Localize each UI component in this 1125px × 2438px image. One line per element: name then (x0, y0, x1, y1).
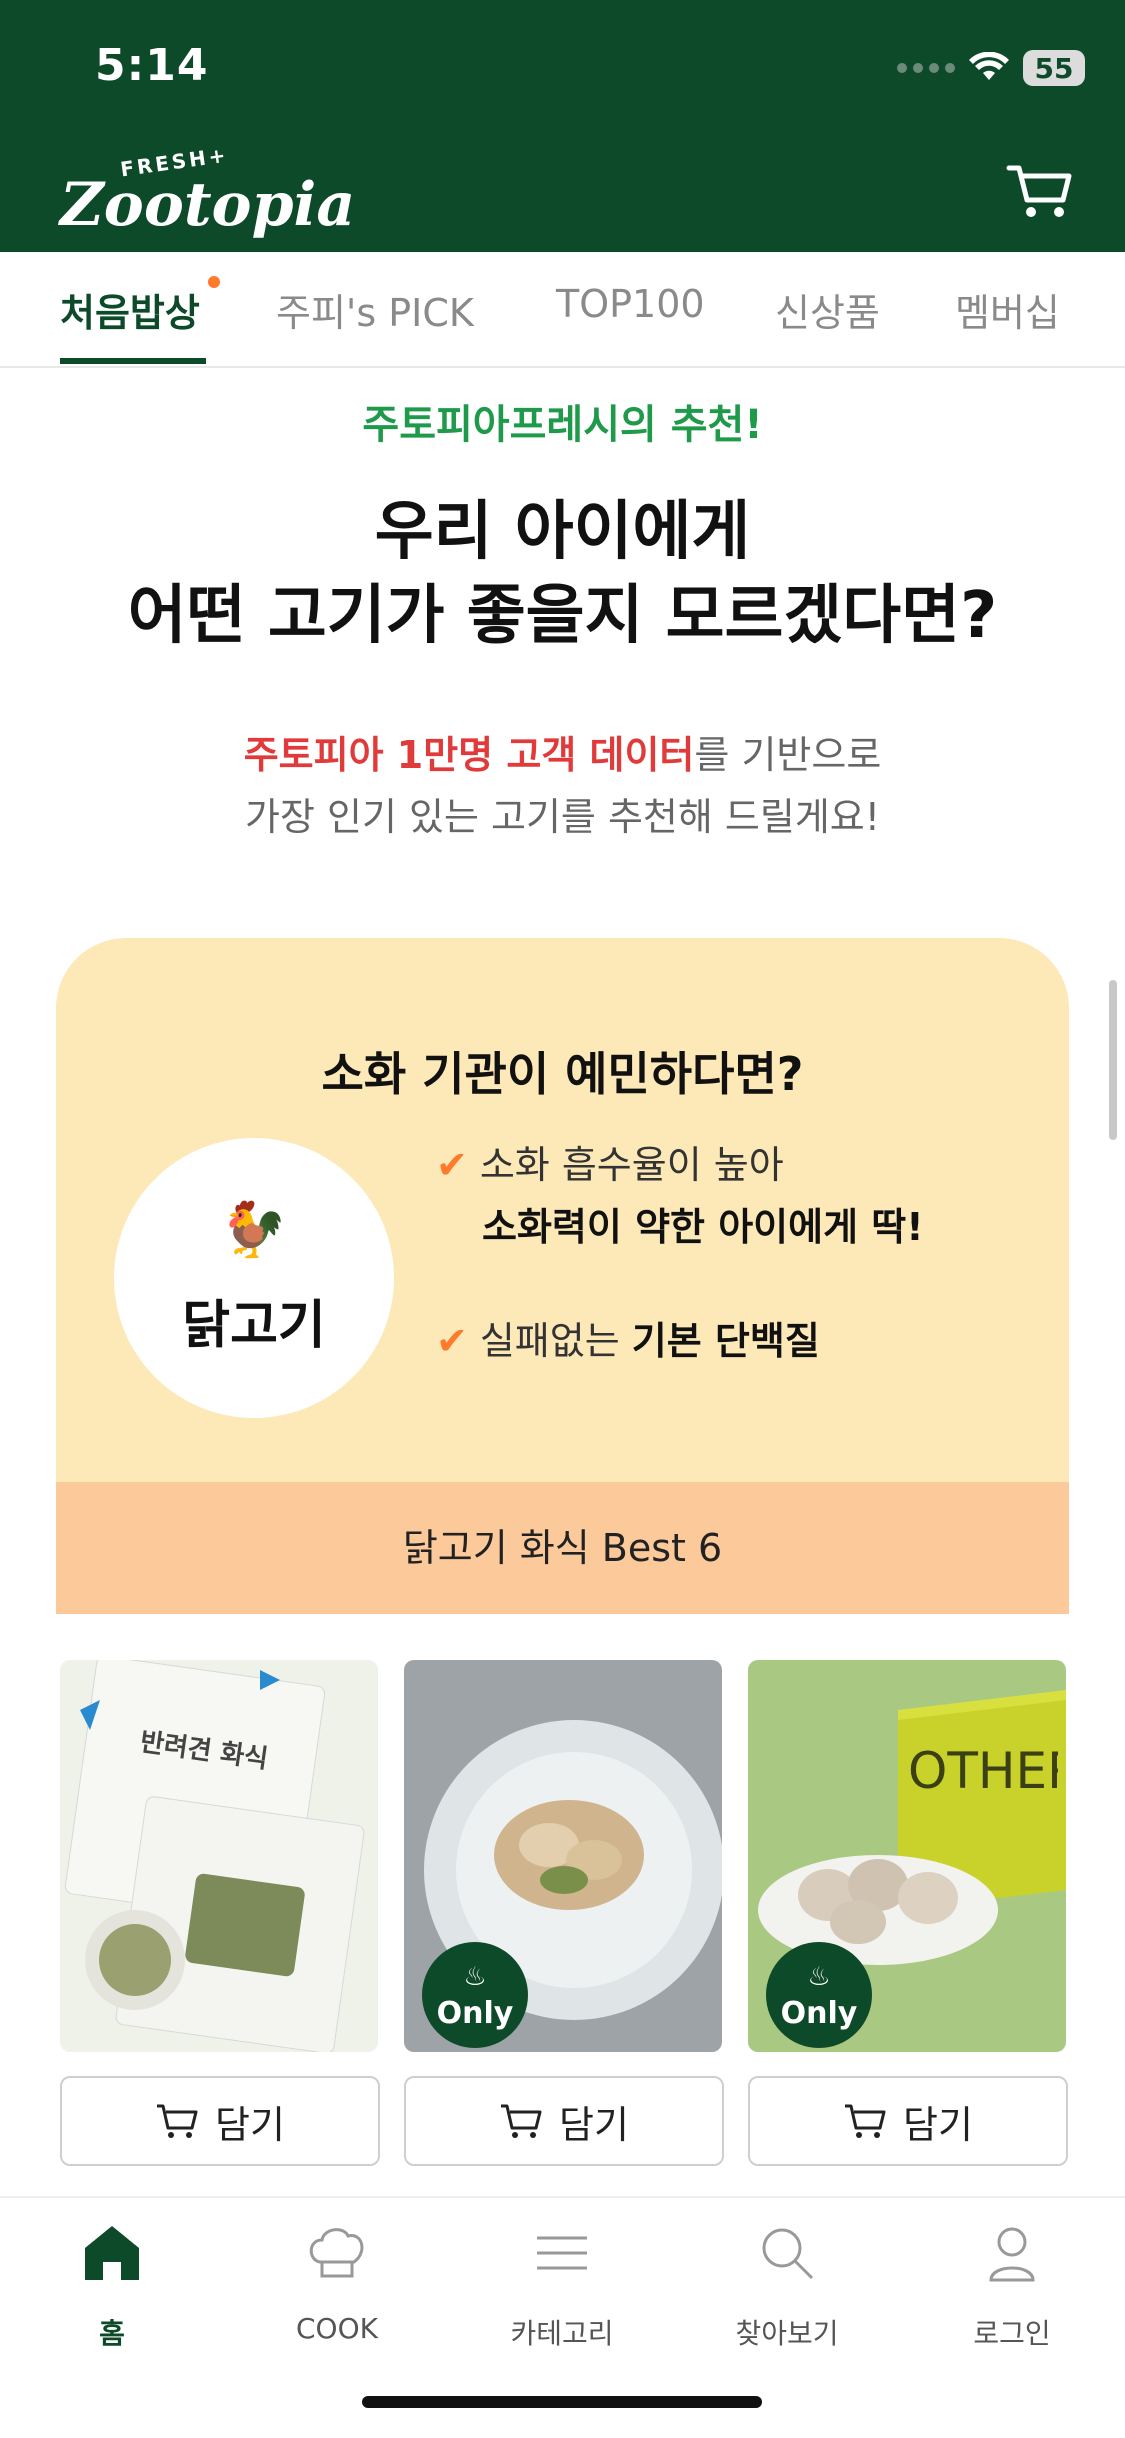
add-to-cart-label: 담기 (215, 2102, 285, 2147)
product-card[interactable]: OTHER MARS ♨ Only 담기 (748, 1660, 1068, 2166)
benefit-point-1-bold: 소화력이 약한 아이에게 딱! (482, 1205, 924, 1249)
subcopy-rest: 를 기반으로 (694, 733, 882, 777)
status-icons: 55 (897, 46, 1085, 90)
recommendation-eyebrow: 주토피아프레시의 추천! (362, 402, 763, 448)
page-headline: 우리 아이에게 어떤 고기가 좋을지 모르겠다면? (0, 490, 1125, 658)
logo-wordmark: Zootopia (60, 170, 356, 240)
tab-new-products[interactable]: 신상품 (775, 282, 880, 337)
nav-category[interactable]: 카테고리 (482, 2218, 642, 2352)
active-tab-indicator (60, 358, 206, 364)
benefit-point-2: ✔ 실패없는 기본 단백질 (436, 1319, 820, 1363)
customer-data-highlight: 주토피아 1만명 고객 데이터 (243, 733, 695, 777)
add-to-cart-button[interactable]: 담기 (404, 2076, 724, 2166)
product-brand-label: OTHER MARS (908, 1744, 1058, 1798)
product-card[interactable]: ♨ Only 담기 (404, 1660, 724, 2166)
product-package-illustration (64, 1660, 365, 2052)
check-icon: ✔ (436, 1143, 468, 1187)
meat-circle: 🐓 닭고기 (114, 1138, 394, 1418)
meat-recommendation-card: 소화 기관이 예민하다면? 🐓 닭고기 ✔ 소화 흡수율이 높아 소화력이 약한 … (56, 938, 1069, 1614)
add-to-cart-button[interactable]: 담기 (748, 2076, 1068, 2166)
status-time: 5:14 (95, 40, 209, 91)
tab-membership[interactable]: 멤버십 (955, 282, 1060, 337)
product-card[interactable]: 반려견 화식 담기 (60, 1660, 380, 2166)
category-tabs: 처음밥상 주피's PICK TOP100 신상품 멤버십 (0, 252, 1125, 368)
cart-icon (845, 2104, 886, 2138)
cart-icon (501, 2104, 542, 2138)
add-to-cart-label: 담기 (903, 2102, 973, 2147)
search-icon (762, 2228, 814, 2280)
product-image[interactable]: OTHER MARS ♨ Only (748, 1660, 1066, 2052)
cart-icon (157, 2104, 198, 2138)
add-to-cart-label: 담기 (559, 2102, 629, 2147)
benefit-point-1: ✔ 소화 흡수율이 높아 소화력이 약한 아이에게 딱! (436, 1143, 924, 1249)
new-dot-badge (208, 276, 220, 288)
home-icon (85, 2226, 139, 2280)
chicken-icon: 🐓 (220, 1198, 288, 1261)
hero-description: 주토피아 1만명 고객 데이터를 기반으로 가장 인기 있는 고기를 추천해 드… (0, 724, 1125, 848)
best-products-header[interactable]: 닭고기 화식 Best 6 (56, 1482, 1069, 1614)
nav-login[interactable]: 로그인 (932, 2218, 1092, 2352)
product-image[interactable]: ♨ Only (404, 1660, 722, 2052)
tab-top100[interactable]: TOP100 (556, 282, 705, 326)
user-icon (989, 2227, 1035, 2282)
chef-hat-icon: ♨ (807, 1962, 831, 1992)
tab-jupi-pick[interactable]: 주피's PICK (276, 282, 474, 337)
battery-icon: 55 (1023, 50, 1085, 86)
cellular-signal-icon (897, 63, 955, 73)
meat-name: 닭고기 (182, 1296, 326, 1356)
only-badge: ♨ Only (766, 1942, 872, 2048)
chef-hat-icon: ♨ (463, 1962, 487, 1992)
app-header: 5:14 55 FRESH+ Zootopia (0, 0, 1125, 252)
headline-line-2: 어떤 고기가 좋을지 모르겠다면? (127, 579, 998, 653)
add-to-cart-button[interactable]: 담기 (60, 2076, 380, 2166)
subcopy-line-2: 가장 인기 있는 고기를 추천해 드릴게요! (245, 795, 880, 839)
nav-explore[interactable]: 찾아보기 (707, 2218, 867, 2352)
wifi-icon (969, 52, 1009, 80)
check-icon: ✔ (436, 1319, 468, 1363)
home-indicator[interactable] (362, 2396, 762, 2408)
menu-icon (537, 2236, 587, 2270)
benefit-point-2-bold: 기본 단백질 (631, 1319, 820, 1363)
scrollbar[interactable] (1109, 980, 1117, 1140)
tab-first-meal[interactable]: 처음밥상 (60, 282, 200, 337)
product-image[interactable]: 반려견 화식 (60, 1660, 378, 2052)
nav-cook[interactable]: COOK (257, 2218, 417, 2345)
only-badge: ♨ Only (422, 1942, 528, 2048)
nav-home[interactable]: 홈 (32, 2218, 192, 2352)
card-title: 소화 기관이 예민하다면? (321, 1047, 804, 1101)
cart-icon[interactable] (1005, 160, 1075, 220)
chef-hat-icon (309, 2228, 364, 2278)
headline-line-1: 우리 아이에게 (374, 495, 751, 569)
